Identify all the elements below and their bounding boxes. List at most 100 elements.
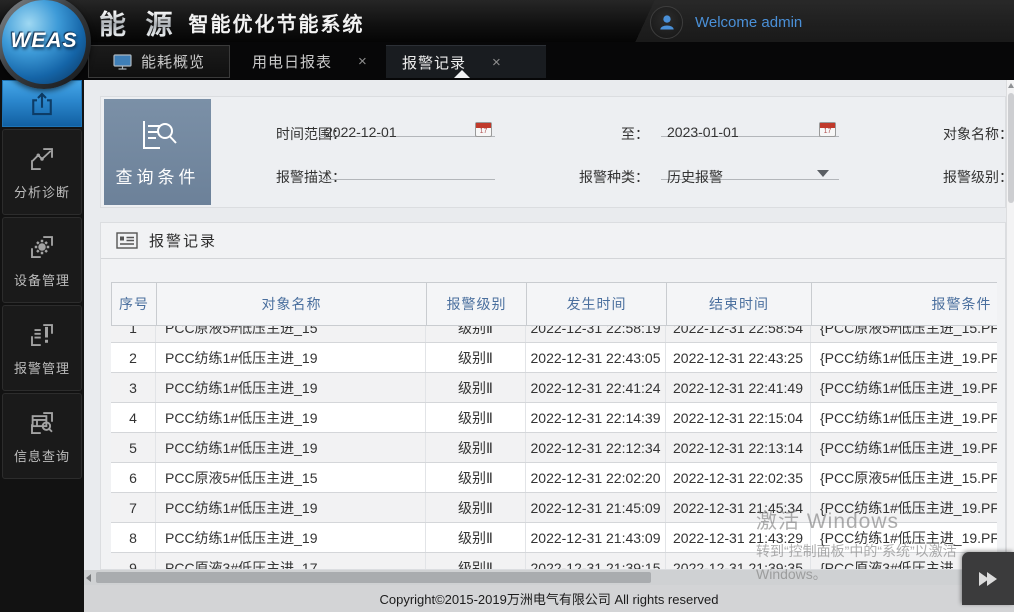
alarm-list-icon [27,320,57,350]
user-area[interactable]: Welcome admin [650,3,802,41]
alarm-desc-field[interactable] [319,158,495,180]
cell-start-time: 2022-12-31 21:39:15 [526,553,666,570]
alarm-records-panel: 报警记录 序号 对象名称 报警级别 发生时间 结束时间 报警条件 1 PCC原液… [100,222,1006,570]
close-icon[interactable]: × [492,54,501,71]
sidebar-item-label: 报警管理 [14,358,70,377]
app-window: 能 源 智能优化节能系统 Welcome admin WEAS [0,0,1014,612]
sidebar-item-label: 设备管理 [14,270,70,289]
to-label: 至： [589,124,649,144]
sidebar-item-info[interactable]: 信息查询 [2,393,82,479]
cell-alarm-level: 级别Ⅱ [426,403,526,432]
cell-end-time: 2022-12-31 22:58:54 [666,326,811,342]
copyright-text: Copyright©2015-2019万洲电气有限公司 All rights r… [379,589,718,608]
vertical-scrollbar[interactable] [1006,80,1014,585]
cell-no: 8 [111,523,156,552]
column-header: 对象名称 [157,283,427,325]
cell-end-time: 2022-12-31 22:43:25 [666,343,811,372]
panel-title: 报警记录 [149,230,217,251]
cell-alarm-condition: {PCC原液5#低压主进_15.PFav}<0.9 [811,326,997,342]
table-row[interactable]: 2 PCC纺练1#低压主进_19 级别Ⅱ 2022-12-31 22:43:05… [111,343,997,373]
close-icon[interactable]: × [358,53,367,70]
cell-start-time: 2022-12-31 22:02:20 [526,463,666,492]
calendar-icon[interactable] [819,122,836,137]
cell-object-name: PCC纺练1#低压主进_19 [156,403,426,432]
records-icon [116,232,138,249]
table-row[interactable]: 7 PCC纺练1#低压主进_19 级别Ⅱ 2022-12-31 21:45:09… [111,493,997,523]
column-header: 发生时间 [527,283,667,325]
cell-alarm-level: 级别Ⅱ [426,493,526,522]
query-panel: 查询条件 时间范围： 2022-12-01 至： 2023-01-01 对象名称… [100,96,1006,208]
cell-alarm-condition: {PCC纺练1#低压主进_19.PFav}<0.9 [811,523,997,552]
cell-start-time: 2022-12-31 22:12:34 [526,433,666,462]
cell-start-time: 2022-12-31 22:14:39 [526,403,666,432]
cell-no: 7 [111,493,156,522]
cell-start-time: 2022-12-31 22:43:05 [526,343,666,372]
cell-end-time: 2022-12-31 21:43:29 [666,523,811,552]
cell-end-time: 2022-12-31 22:15:04 [666,403,811,432]
sidebar-item-analysis[interactable]: 分析诊断 [2,129,82,215]
panel-header: 报警记录 [101,223,1005,259]
cell-alarm-condition: {PCC纺练1#低压主进_19.PFav}<0.9 [811,373,997,402]
table-row[interactable]: 1 PCC原液5#低压主进_15 级别Ⅱ 2022-12-31 22:58:19… [111,326,997,343]
scroll-up-arrow-icon[interactable] [1008,83,1014,88]
horizontal-scrollbar[interactable] [84,570,1006,585]
search-doc-icon [27,408,57,438]
product-name: 能 源 [99,3,179,42]
object-name-label: 对象名称： [943,124,1006,144]
sidebar-item-alarm[interactable]: 报警管理 [2,305,82,391]
cell-object-name: PCC原液5#低压主进_15 [156,463,426,492]
active-tab-caret [454,70,470,78]
cell-no: 3 [111,373,156,402]
app-subtitle: 智能优化节能系统 [189,8,365,37]
scroll-left-arrow-icon[interactable] [86,574,91,582]
brand-text: WEAS [0,29,91,53]
tab-label: 用电日报表 [252,51,332,72]
query-search-icon [136,117,180,153]
chevron-down-icon[interactable] [817,170,829,177]
tab-alarm-records[interactable]: 报警记录 × [386,45,546,78]
tab-daily-report[interactable]: 用电日报表 × [238,45,386,78]
calendar-icon[interactable] [475,122,492,137]
cell-object-name: PCC纺练1#低压主进_19 [156,433,426,462]
table-row[interactable]: 4 PCC纺练1#低压主进_19 级别Ⅱ 2022-12-31 22:14:39… [111,403,997,433]
user-avatar-icon[interactable] [650,6,683,39]
tab-bar: 能耗概览 用电日报表 × 报警记录 × [0,42,1014,80]
export-icon [27,89,57,119]
cell-no: 9 [111,553,156,570]
column-header: 报警条件 [812,283,997,325]
cell-alarm-condition: {PCC纺练1#低压主进_19.PFav}<0.9 [811,343,997,372]
table-row[interactable]: 6 PCC原液5#低压主进_15 级别Ⅱ 2022-12-31 22:02:20… [111,463,997,493]
cell-start-time: 2022-12-31 21:43:09 [526,523,666,552]
table-row[interactable]: 3 PCC纺练1#低压主进_19 级别Ⅱ 2022-12-31 22:41:24… [111,373,997,403]
alarm-type-value: 历史报警 [667,167,723,187]
tab-label: 能耗概览 [141,51,205,72]
cell-alarm-level: 级别Ⅱ [426,553,526,570]
cell-object-name: PCC原液5#低压主进_15 [156,326,426,342]
cell-alarm-level: 级别Ⅱ [426,373,526,402]
query-panel-title: 查询条件 [116,163,200,188]
sidebar-item-device[interactable]: 设备管理 [2,217,82,303]
table-row[interactable]: 8 PCC纺练1#低压主进_19 级别Ⅱ 2022-12-31 21:43:09… [111,523,997,553]
cell-alarm-level: 级别Ⅱ [426,523,526,552]
table-row[interactable]: 9 PCC原液3#低压主进_17 级别Ⅱ 2022-12-31 21:39:15… [111,553,997,570]
vertical-scrollbar-thumb[interactable] [1008,93,1014,203]
cell-no: 5 [111,433,156,462]
table-row[interactable]: 5 PCC纺练1#低压主进_19 级别Ⅱ 2022-12-31 22:12:34… [111,433,997,463]
app-header: 能 源 智能优化节能系统 Welcome admin [0,0,1014,42]
cell-object-name: PCC纺练1#低压主进_19 [156,493,426,522]
alarm-table: 序号 对象名称 报警级别 发生时间 结束时间 报警条件 1 PCC原液5#低压主… [111,282,997,570]
horizontal-scrollbar-thumb[interactable] [96,572,651,583]
to-date-value[interactable]: 2023-01-01 [667,124,739,140]
corner-assistant-widget[interactable] [962,552,1014,605]
tab-energy-overview[interactable]: 能耗概览 [88,45,230,78]
cell-end-time: 2022-12-31 22:13:14 [666,433,811,462]
cell-end-time: 2022-12-31 21:45:34 [666,493,811,522]
cell-start-time: 2022-12-31 22:41:24 [526,373,666,402]
cell-end-time: 2022-12-31 22:41:49 [666,373,811,402]
cell-alarm-condition: {PCC纺练1#低压主进_19.PFav}<0.9 [811,433,997,462]
cell-alarm-level: 级别Ⅱ [426,343,526,372]
fast-forward-icon [974,565,1002,593]
cell-object-name: PCC纺练1#低压主进_19 [156,373,426,402]
cell-alarm-level: 级别Ⅱ [426,433,526,462]
time-range-value[interactable]: 2022-12-01 [325,124,397,140]
